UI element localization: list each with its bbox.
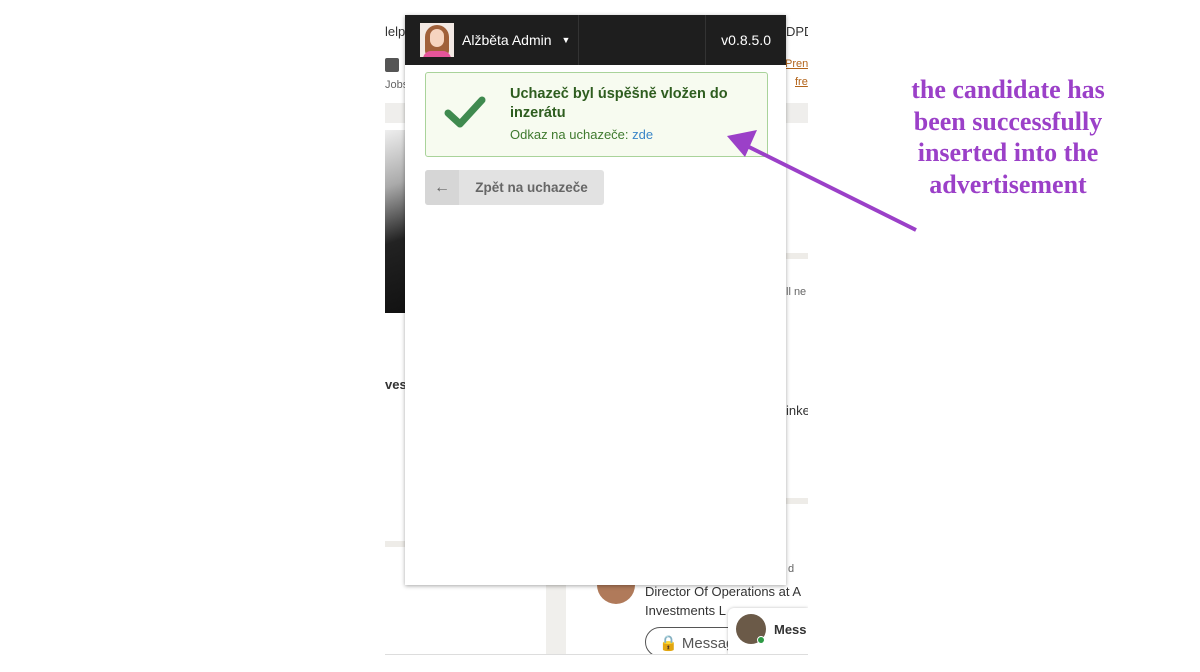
annotation-arrow-icon (727, 130, 917, 232)
